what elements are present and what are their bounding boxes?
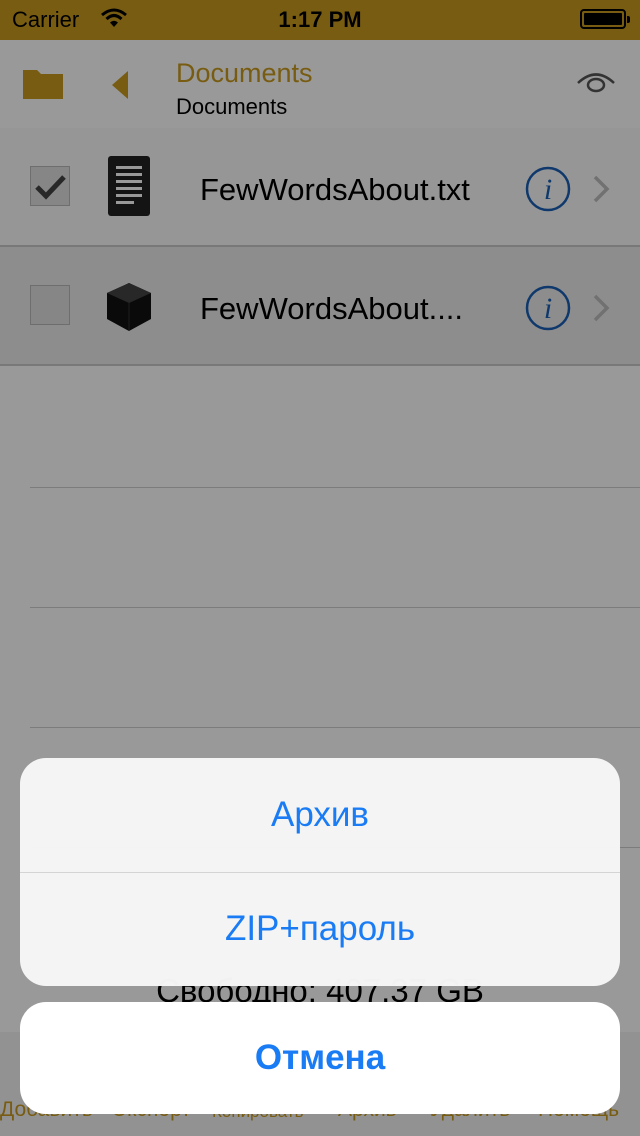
archive-option-button[interactable]: Архив: [20, 758, 620, 872]
action-sheet: Архив ZIP+пароль: [20, 758, 620, 986]
zip-password-option-button[interactable]: ZIP+пароль: [20, 872, 620, 986]
cancel-button[interactable]: Отмена: [20, 1002, 620, 1114]
